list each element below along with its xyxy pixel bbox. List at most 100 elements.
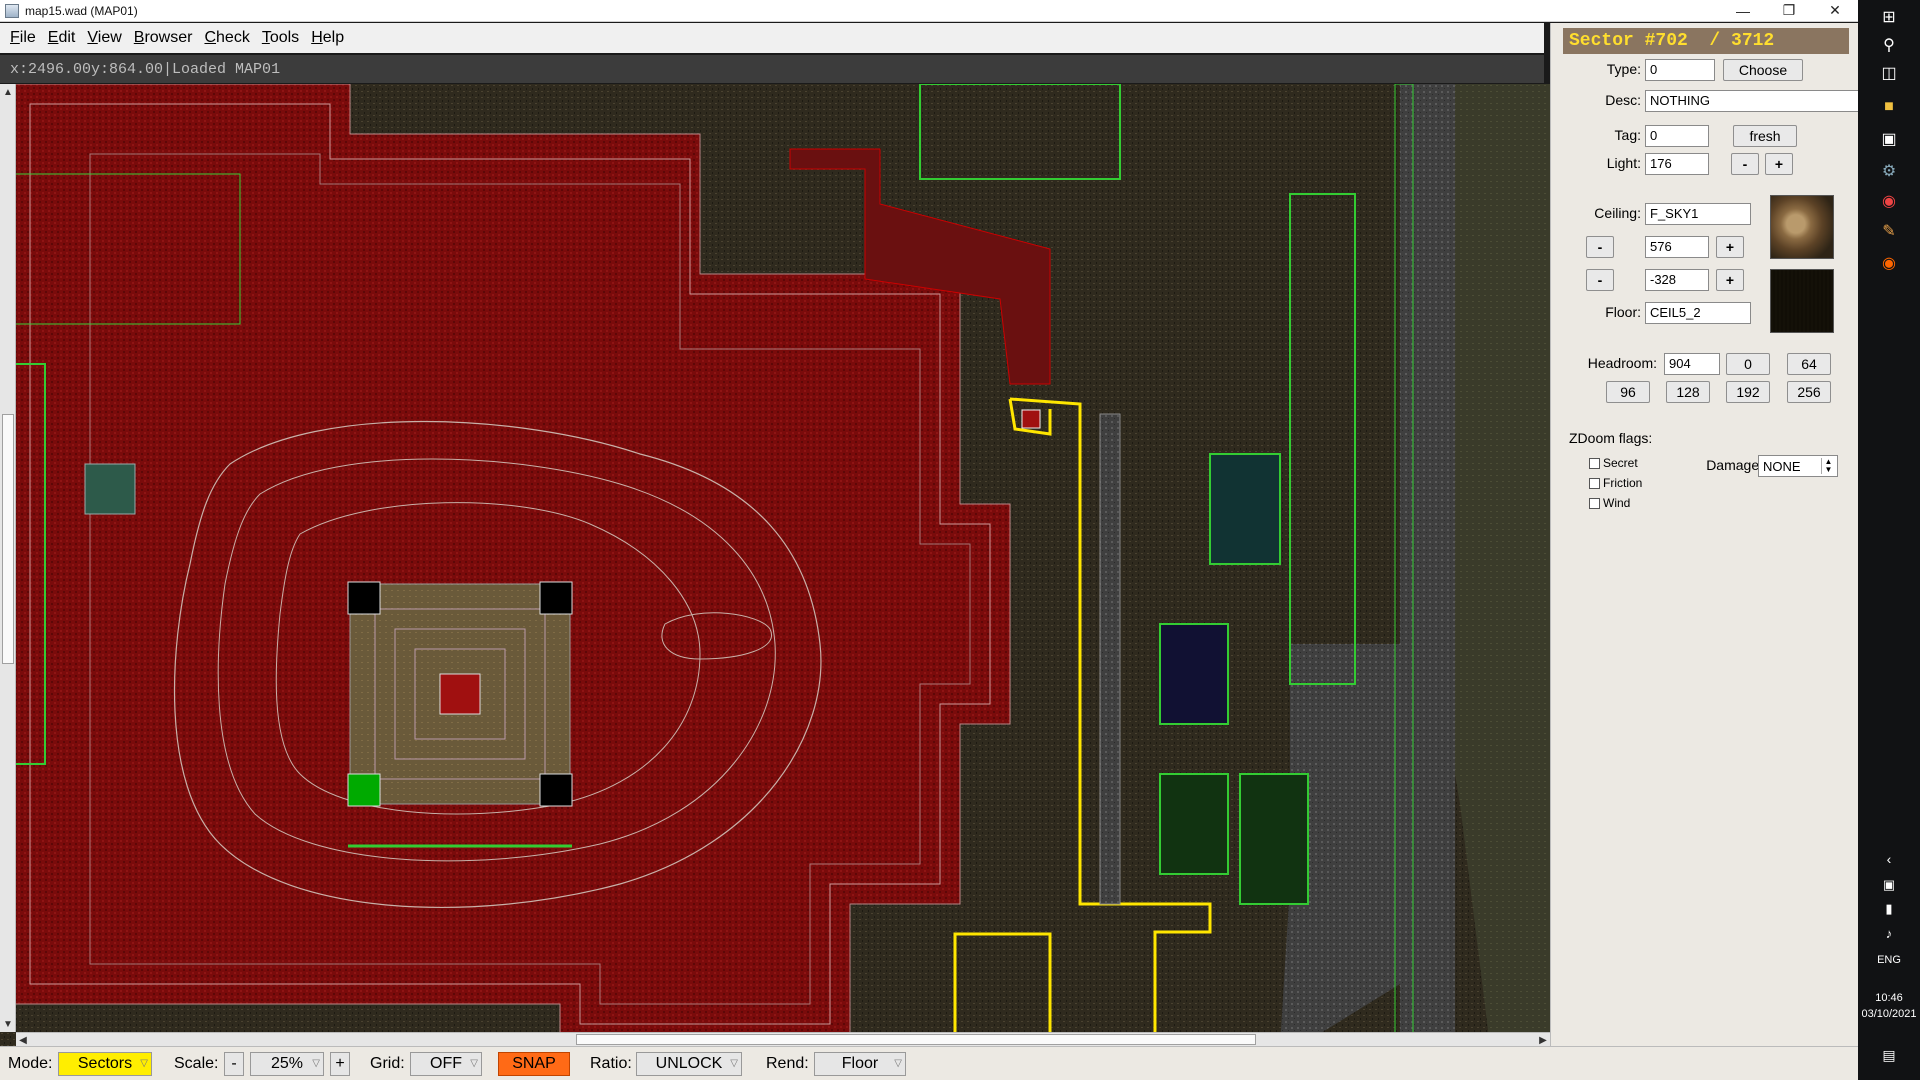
coord-y: y:864.00 <box>91 60 164 78</box>
headroom-preset-button[interactable]: 192 <box>1726 381 1770 403</box>
scroll-left-icon[interactable]: ◀ <box>16 1033 30 1047</box>
dropdown-arrow-icon: ▽ <box>312 1058 320 1069</box>
headroom-input[interactable]: 904 <box>1664 353 1720 375</box>
restore-icon[interactable]: ❐ <box>1766 0 1812 22</box>
menu-bar: File Edit View Browser Check Tools Help <box>0 23 1544 53</box>
render-value: Floor <box>841 1055 879 1072</box>
secret-flag-checkbox[interactable]: Secret <box>1589 456 1638 470</box>
chrome-icon[interactable]: ◉ <box>1876 188 1902 214</box>
headroom-preset-button[interactable]: 96 <box>1606 381 1650 403</box>
ceiling-height-input[interactable]: 576 <box>1645 236 1709 258</box>
horizontal-scroll-thumb[interactable] <box>576 1034 1256 1045</box>
map-view[interactable] <box>0 84 1550 1046</box>
windows-taskbar: ⊞ ⚲ ◫ ■ ▣ ⚙ ◉ ✎ ◉ ‹ ▣ ▮ ♪ ENG 10:46 03/1… <box>1858 0 1920 1080</box>
volume-icon[interactable]: ♪ <box>1876 920 1902 946</box>
editor-app-icon[interactable]: ✎ <box>1876 218 1902 244</box>
map-green-building <box>1159 623 1229 725</box>
tag-input[interactable]: 0 <box>1645 125 1709 147</box>
menu-file[interactable]: File <box>4 29 42 47</box>
firefox-icon[interactable]: ◉ <box>1876 250 1902 276</box>
vertical-scroll-thumb[interactable] <box>2 414 14 664</box>
light-decrease-button[interactable]: - <box>1731 153 1759 175</box>
steam-icon[interactable]: ⚙ <box>1876 158 1902 184</box>
floor-texture-preview[interactable] <box>1770 269 1834 333</box>
zdoom-flags-label: ZDoom flags: <box>1569 430 1653 446</box>
headroom-preset-button[interactable]: 256 <box>1787 381 1831 403</box>
friction-flag-checkbox[interactable]: Friction <box>1589 476 1642 490</box>
mode-value: Sectors <box>77 1055 133 1072</box>
floor-label: Floor: <box>1605 304 1641 320</box>
ceiling-texture-input[interactable]: F_SKY1 <box>1645 203 1751 225</box>
grid-select[interactable]: OFF ▽ <box>410 1052 482 1076</box>
status-separator: | <box>163 60 173 78</box>
spin-arrows-icon[interactable]: ▲ ▼ <box>1821 458 1835 474</box>
notifications-icon[interactable]: ▤ <box>1876 1042 1902 1068</box>
chevron-left-icon[interactable]: ‹ <box>1876 846 1902 872</box>
windows-start-icon[interactable]: ⊞ <box>1876 4 1902 30</box>
close-icon[interactable]: ✕ <box>1812 0 1858 22</box>
wind-flag-label: Wind <box>1603 496 1631 510</box>
app-icon <box>5 3 19 18</box>
ceiling-height-increase-button[interactable]: + <box>1716 236 1744 258</box>
floor-height-decrease-button[interactable]: - <box>1586 269 1614 291</box>
minimize-icon[interactable]: — <box>1720 0 1766 22</box>
dropdown-arrow-icon: ▽ <box>140 1058 148 1069</box>
floor-height-increase-button[interactable]: + <box>1716 269 1744 291</box>
file-explorer-icon[interactable]: ■ <box>1876 94 1902 120</box>
sector-title: Sector #702 / 3712 <box>1563 28 1849 54</box>
map-green-building <box>1159 773 1229 875</box>
dropdown-arrow-icon: ▽ <box>730 1058 738 1069</box>
menu-check[interactable]: Check <box>198 29 255 47</box>
fresh-tag-button[interactable]: fresh <box>1733 125 1797 147</box>
clock-time[interactable]: 10:46 <box>1858 992 1920 1004</box>
desc-input[interactable]: NOTHING <box>1645 90 1863 112</box>
snap-toggle-button[interactable]: SNAP <box>498 1052 570 1076</box>
render-select[interactable]: Floor ▽ <box>814 1052 906 1076</box>
menu-browser[interactable]: Browser <box>128 29 199 47</box>
title-bar: map15.wad (MAP01) — ❐ ✕ <box>0 0 1858 22</box>
task-view-icon[interactable]: ◫ <box>1876 60 1902 86</box>
search-icon[interactable]: ⚲ <box>1876 32 1902 58</box>
ratio-select[interactable]: UNLOCK ▽ <box>636 1052 742 1076</box>
friction-flag-label: Friction <box>1603 476 1643 490</box>
menu-view[interactable]: View <box>81 29 127 47</box>
language-indicator[interactable]: ENG <box>1858 954 1920 966</box>
menu-tools[interactable]: Tools <box>256 29 305 47</box>
floor-height-input[interactable]: -328 <box>1645 269 1709 291</box>
clock-date[interactable]: 03/10/2021 <box>1858 1008 1920 1020</box>
map-vertical-scrollbar[interactable]: ▲ ▼ <box>0 84 16 1032</box>
map-horizontal-scrollbar[interactable]: ◀ ▶ <box>16 1032 1550 1046</box>
damage-value: NONE <box>1763 458 1801 474</box>
headroom-label: Headroom: <box>1587 355 1657 371</box>
headroom-preset-button[interactable]: 0 <box>1726 353 1770 375</box>
scroll-right-icon[interactable]: ▶ <box>1536 1033 1550 1047</box>
scale-decrease-button[interactable]: - <box>224 1052 244 1076</box>
battery-icon[interactable]: ▮ <box>1876 896 1902 922</box>
headroom-preset-button[interactable]: 128 <box>1666 381 1710 403</box>
choose-button[interactable]: Choose <box>1723 59 1803 81</box>
scroll-down-icon[interactable]: ▼ <box>0 1016 16 1032</box>
light-increase-button[interactable]: + <box>1765 153 1793 175</box>
light-input[interactable]: 176 <box>1645 153 1709 175</box>
scale-select[interactable]: 25% ▽ <box>250 1052 324 1076</box>
render-label: Rend: <box>766 1055 809 1072</box>
system-tray-icon[interactable]: ▣ <box>1876 872 1902 898</box>
scale-increase-button[interactable]: + <box>330 1052 350 1076</box>
status-message: Loaded MAP01 <box>172 60 281 78</box>
damage-select[interactable]: NONE ▲ ▼ <box>1758 455 1838 477</box>
headroom-preset-button[interactable]: 64 <box>1787 353 1831 375</box>
scale-value: 25% <box>270 1055 304 1072</box>
damage-label: Damage: <box>1706 457 1763 473</box>
menu-help[interactable]: Help <box>305 29 350 47</box>
ceiling-height-decrease-button[interactable]: - <box>1586 236 1614 258</box>
store-icon[interactable]: ▣ <box>1876 126 1902 152</box>
floor-texture-input[interactable]: CEIL5_2 <box>1645 302 1751 324</box>
mode-select[interactable]: Sectors ▽ <box>58 1052 152 1076</box>
secret-flag-label: Secret <box>1603 456 1638 470</box>
ceiling-texture-preview[interactable] <box>1770 195 1834 259</box>
scroll-up-icon[interactable]: ▲ <box>0 84 16 100</box>
type-input[interactable]: 0 <box>1645 59 1715 81</box>
wind-flag-checkbox[interactable]: Wind <box>1589 496 1630 510</box>
menu-edit[interactable]: Edit <box>42 29 82 47</box>
map-canvas[interactable] <box>0 84 1550 1046</box>
